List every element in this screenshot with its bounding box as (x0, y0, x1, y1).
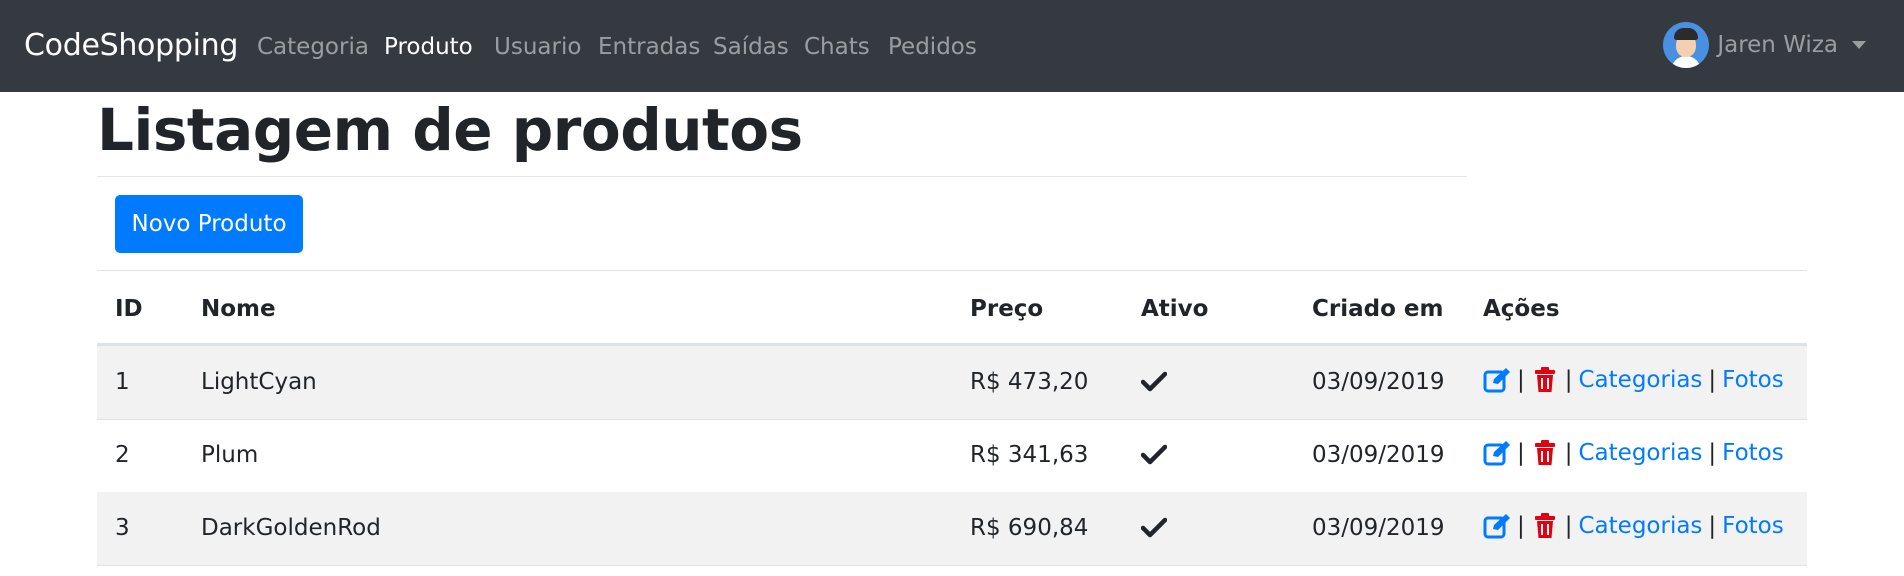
action-separator: | (1517, 367, 1525, 393)
table-row: 2 Plum R$ 341,63 03/09/2019 | | Categori… (97, 419, 1807, 492)
action-separator: | (1708, 440, 1717, 466)
categories-link[interactable]: Categorias (1579, 367, 1703, 393)
cell-id: 3 (115, 515, 130, 541)
table-row: 3 DarkGoldenRod R$ 690,84 03/09/2019 | |… (97, 492, 1807, 565)
edit-icon[interactable] (1483, 438, 1511, 468)
cell-price: R$ 690,84 (970, 515, 1089, 541)
photos-link[interactable]: Fotos (1722, 367, 1784, 393)
action-separator: | (1564, 513, 1573, 539)
title-divider (97, 176, 1467, 177)
action-separator: | (1517, 440, 1525, 466)
trash-icon[interactable] (1531, 365, 1559, 395)
nav-link-categoria[interactable]: Categoria (257, 34, 369, 60)
nav-link-chats[interactable]: Chats (804, 34, 870, 60)
check-icon (1141, 444, 1167, 465)
page-title: Listagem de produtos (97, 96, 803, 164)
action-separator: | (1708, 367, 1717, 393)
action-separator: | (1564, 440, 1573, 466)
header-preco: Preço (970, 296, 1044, 322)
categories-link[interactable]: Categorias (1579, 440, 1703, 466)
cell-price: R$ 341,63 (970, 442, 1089, 468)
trash-icon[interactable] (1531, 438, 1559, 468)
check-icon (1141, 371, 1167, 392)
cell-name: Plum (201, 442, 259, 468)
cell-created: 03/09/2019 (1312, 515, 1445, 541)
top-navbar: CodeShopping Categoria Produto Usuario E… (0, 0, 1904, 92)
table-row: 1 LightCyan R$ 473,20 03/09/2019 | | Cat… (97, 346, 1807, 419)
trash-icon[interactable] (1531, 511, 1559, 541)
row-actions: | | Categorias | Fotos (1483, 365, 1784, 395)
header-criado-em: Criado em (1312, 296, 1444, 322)
header-id: ID (115, 296, 143, 322)
edit-icon[interactable] (1483, 365, 1511, 395)
action-separator: | (1564, 367, 1573, 393)
cell-id: 1 (115, 369, 130, 395)
nav-link-saidas[interactable]: Saídas (713, 34, 789, 60)
brand-link[interactable]: CodeShopping (24, 28, 238, 63)
categories-link[interactable]: Categorias (1579, 513, 1703, 539)
action-separator: | (1517, 513, 1525, 539)
photos-link[interactable]: Fotos (1722, 513, 1784, 539)
edit-icon[interactable] (1483, 511, 1511, 541)
photos-link[interactable]: Fotos (1722, 440, 1784, 466)
new-product-button[interactable]: Novo Produto (115, 195, 303, 253)
header-acoes: Ações (1483, 296, 1560, 322)
check-icon (1141, 517, 1167, 538)
cell-price: R$ 473,20 (970, 369, 1089, 395)
avatar (1663, 22, 1710, 68)
row-actions: | | Categorias | Fotos (1483, 511, 1784, 541)
nav-link-produto[interactable]: Produto (384, 34, 473, 60)
cell-created: 03/09/2019 (1312, 369, 1445, 395)
header-ativo: Ativo (1141, 296, 1209, 322)
cell-id: 2 (115, 442, 130, 468)
nav-link-pedidos[interactable]: Pedidos (888, 34, 977, 60)
nav-link-entradas[interactable]: Entradas (598, 34, 700, 60)
action-separator: | (1708, 513, 1717, 539)
nav-link-usuario[interactable]: Usuario (494, 34, 581, 60)
row-divider (97, 565, 1807, 566)
user-menu-toggle[interactable]: Jaren Wiza (1663, 22, 1866, 68)
table-top-border (97, 270, 1807, 271)
cell-name: LightCyan (201, 369, 317, 395)
cell-name: DarkGoldenRod (201, 515, 381, 541)
user-name: Jaren Wiza (1717, 32, 1838, 58)
row-actions: | | Categorias | Fotos (1483, 438, 1784, 468)
header-nome: Nome (201, 296, 276, 322)
cell-created: 03/09/2019 (1312, 442, 1445, 468)
caret-down-icon (1852, 41, 1866, 49)
